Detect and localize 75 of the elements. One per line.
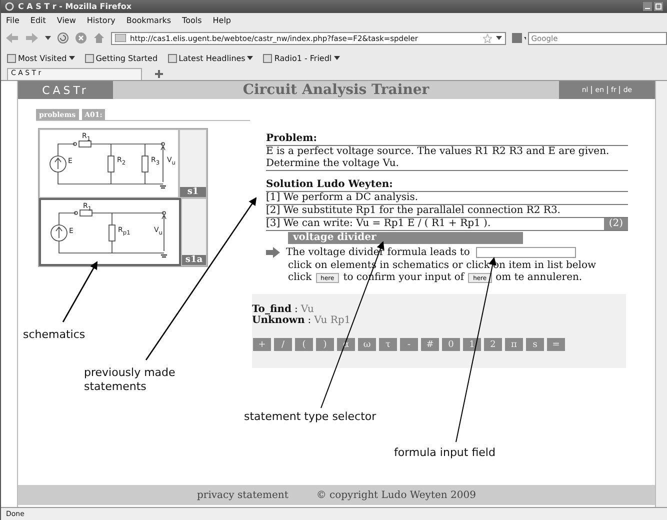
section-heading: Problem:: [266, 133, 628, 146]
statement-badge[interactable]: (2): [604, 218, 628, 230]
statement-text: [1] We perform a DC analysis.: [266, 192, 418, 204]
keypad-key[interactable]: ): [316, 338, 334, 351]
annotation-label: formula input field: [394, 446, 496, 460]
keypad-key[interactable]: τ: [379, 338, 397, 351]
statement-text: [2] We substitute Rp1 for the parallalel connection R2 R3.: [266, 205, 560, 217]
page-title: Circuit Analysis Trainer: [242, 81, 430, 99]
bookmark-item[interactable]: Latest Headlines: [168, 54, 254, 62]
site-icon: [115, 34, 126, 42]
menu-item[interactable]: Bookmarks: [126, 16, 172, 25]
separator: :: [294, 304, 298, 315]
statement-text: [3] We can write: Vu = Rp1 E / ( R1 + Rp1 ).: [266, 218, 491, 230]
footer-link[interactable]: privacy statement: [197, 490, 288, 500]
browser-icon: [5, 2, 14, 11]
dropdown-icon[interactable]: [45, 36, 51, 40]
variable-value: Vu Rp1: [314, 315, 351, 326]
hint-text: click: [288, 272, 312, 284]
keypad-key[interactable]: 0: [442, 338, 460, 351]
statement-type-selector[interactable]: voltage divider: [288, 232, 523, 244]
bookmark-icon: [7, 54, 16, 62]
schematic-tag[interactable]: s1: [180, 186, 206, 196]
stop-icon[interactable]: [75, 32, 87, 44]
bookmark-icon: [168, 54, 177, 62]
menu-item[interactable]: View: [56, 16, 76, 25]
variable-value: Vu: [300, 304, 314, 315]
schematic-tag[interactable]: s1a: [182, 255, 206, 265]
menu-item[interactable]: Help: [212, 16, 232, 25]
minimize-icon[interactable]: [643, 2, 652, 11]
formula-input-field[interactable]: [476, 247, 576, 258]
problem-text: E is a perfect voltage source. The values R1 R2 R3 and E are given. Determine the voltage Vu.: [266, 146, 628, 171]
variable-label: To_find: [252, 304, 292, 315]
keypad-key[interactable]: -: [400, 338, 418, 351]
window-title: C A S T r - Mozilla Firefox: [18, 2, 132, 11]
scrollbar[interactable]: [655, 81, 667, 507]
bookmark-item[interactable]: Radio1 - Friedl: [263, 54, 340, 62]
new-tab-icon[interactable]: [154, 69, 164, 79]
site-logo[interactable]: CASTr: [18, 81, 113, 99]
keypad-key[interactable]: +: [253, 338, 271, 351]
separator: :: [308, 315, 312, 326]
keypad-key[interactable]: #: [421, 338, 439, 351]
dropdown-icon: [68, 56, 75, 60]
dropdown-icon: [247, 56, 254, 60]
keypad-key[interactable]: π: [505, 338, 523, 351]
menu-item[interactable]: Edit: [30, 16, 46, 25]
bookmark-item[interactable]: Most Visited: [7, 54, 75, 62]
section-heading: Solution Ludo Weyten:: [266, 179, 628, 192]
home-icon[interactable]: [93, 32, 105, 44]
keypad-key[interactable]: (: [295, 338, 313, 351]
keypad-key[interactable]: 1: [463, 338, 481, 351]
footer-link[interactable]: © copyright Ludo Weyten 2009: [316, 490, 476, 500]
bookmark-icon: [84, 54, 94, 62]
menu-item[interactable]: History: [86, 16, 116, 25]
variable-label: Unknown: [252, 315, 305, 326]
bookmark-item[interactable]: Getting Started: [84, 54, 158, 62]
bookmark-icon: [263, 54, 272, 62]
search-engine-icon[interactable]: [512, 33, 526, 43]
keypad-key[interactable]: /: [274, 338, 292, 351]
star-icon[interactable]: [483, 34, 492, 42]
dropdown-icon: [334, 56, 340, 60]
menu-item[interactable]: Tools: [182, 16, 202, 25]
back-icon[interactable]: [5, 32, 19, 44]
annotation-arrow: [62, 261, 98, 322]
menu-item[interactable]: File: [6, 16, 20, 25]
keypad-key[interactable]: ω: [358, 338, 376, 351]
keypad-key[interactable]: s: [526, 338, 544, 351]
maximize-icon[interactable]: [654, 2, 663, 11]
dropdown-icon[interactable]: [496, 36, 502, 40]
hint-text: om te annuleren.: [496, 272, 582, 284]
forward-icon[interactable]: [25, 32, 39, 44]
reload-icon[interactable]: [57, 32, 69, 44]
annotation-label: statement type selector: [244, 410, 376, 424]
arrow-icon: [266, 247, 280, 258]
keypad-key[interactable]: =: [547, 338, 565, 351]
keypad-key[interactable]: 2: [484, 338, 502, 351]
